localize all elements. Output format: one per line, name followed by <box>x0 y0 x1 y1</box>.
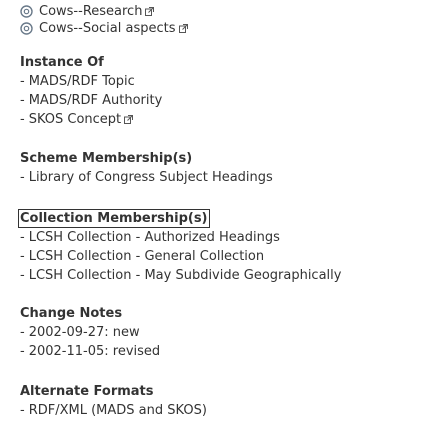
section-title-alternate-formats: Alternate Formats <box>20 384 154 399</box>
concept-icon <box>20 22 33 35</box>
list-item[interactable]: - MADS/RDF Topic <box>20 72 162 91</box>
section-title-collection-membership: Collection Membership(s) <box>18 209 210 228</box>
list-item: - 2002-09-27: new <box>20 325 140 340</box>
related-concepts: Cows--Research Cows--Social aspects <box>20 3 188 37</box>
collection-link[interactable]: LCSH Collection - Authorized Headings <box>29 228 280 247</box>
section-title-change-notes: Change Notes <box>20 306 123 321</box>
instance-of-link[interactable]: SKOS Concept <box>29 110 121 129</box>
list-item[interactable]: - LCSH Collection - May Subdivide Geogra… <box>20 266 341 285</box>
scheme-membership-section: Scheme Membership(s) - Library of Congre… <box>20 149 273 187</box>
collection-membership-section: Collection Membership(s) - LCSH Collecti… <box>18 209 341 285</box>
list-item[interactable]: - LCSH Collection - General Collection <box>20 247 341 266</box>
list-item[interactable]: - Library of Congress Subject Headings <box>20 168 273 187</box>
external-link-icon[interactable] <box>145 7 155 16</box>
change-notes-section: Change Notes - 2002-09-27: new - 2002-11… <box>20 304 160 361</box>
change-note: 2002-09-27: new <box>28 325 140 340</box>
external-link-icon[interactable] <box>124 115 134 124</box>
section-title-scheme-membership: Scheme Membership(s) <box>20 151 193 166</box>
related-concept-row[interactable]: Cows--Research <box>20 3 188 20</box>
alternate-formats-section: Alternate Formats - RDF/XML (MADS and SK… <box>20 382 207 420</box>
related-concept-row[interactable]: Cows--Social aspects <box>20 20 188 37</box>
list-item: - 2002-11-05: revised <box>20 344 161 359</box>
instance-of-link[interactable]: MADS/RDF Topic <box>29 72 135 91</box>
collection-link[interactable]: LCSH Collection - May Subdivide Geograph… <box>29 266 342 285</box>
change-note: 2002-11-05: revised <box>28 344 161 359</box>
concept-icon <box>20 5 33 18</box>
collection-link[interactable]: LCSH Collection - General Collection <box>29 247 264 266</box>
list-item[interactable]: - RDF/XML (MADS and SKOS) <box>20 401 207 420</box>
scheme-link[interactable]: Library of Congress Subject Headings <box>29 168 273 187</box>
related-concept-link[interactable]: Cows--Research <box>39 3 142 20</box>
list-item[interactable]: - SKOS Concept <box>20 110 162 129</box>
external-link-icon[interactable] <box>178 24 188 33</box>
list-item[interactable]: - MADS/RDF Authority <box>20 91 162 110</box>
related-concept-link[interactable]: Cows--Social aspects <box>39 20 176 37</box>
section-title-instance-of: Instance Of <box>20 55 104 70</box>
list-item[interactable]: - LCSH Collection - Authorized Headings <box>20 228 341 247</box>
page: Cows--Research Cows--Social aspects Inst… <box>0 0 448 448</box>
alternate-format-link[interactable]: RDF/XML (MADS and SKOS) <box>29 401 207 420</box>
instance-of-section: Instance Of - MADS/RDF Topic - MADS/RDF … <box>20 53 162 129</box>
instance-of-link[interactable]: MADS/RDF Authority <box>29 91 163 110</box>
